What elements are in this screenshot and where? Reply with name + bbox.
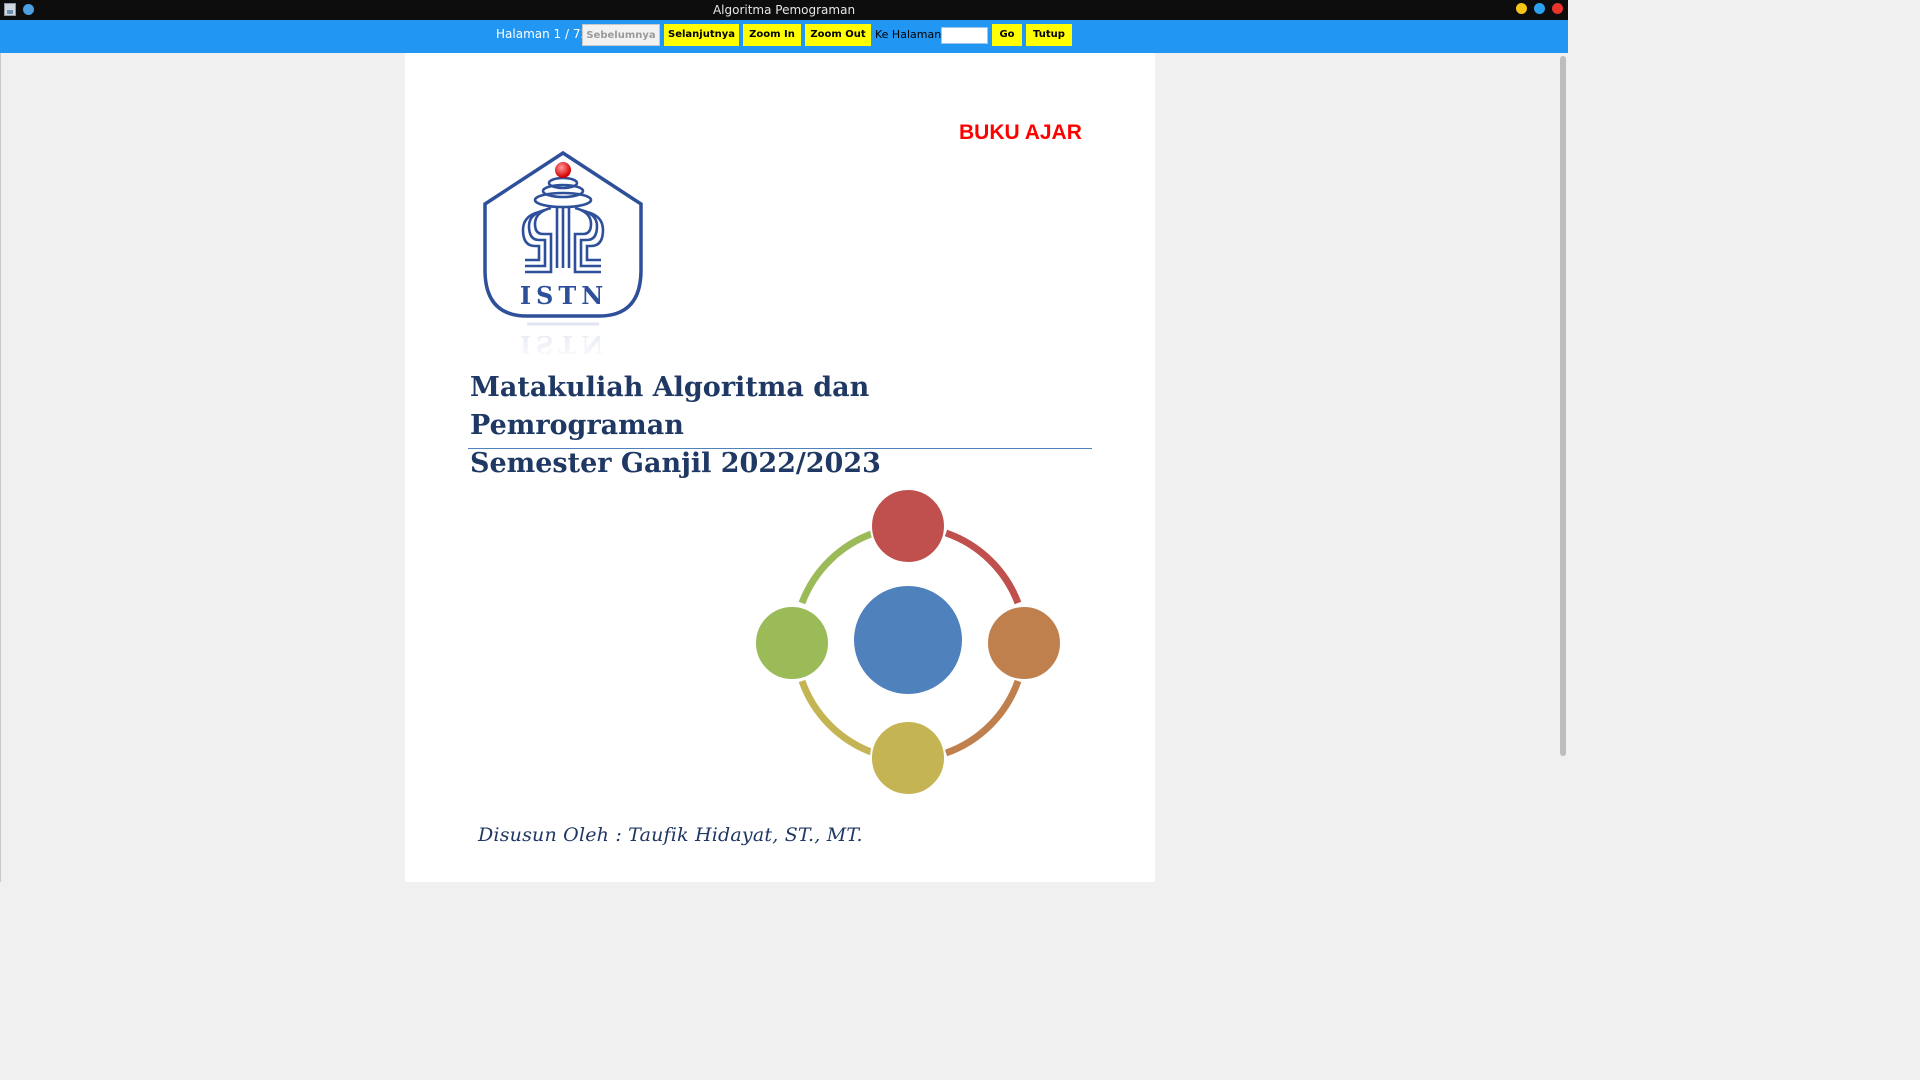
go-button[interactable]: Go — [992, 24, 1022, 46]
author-line: Disusun Oleh : Taufik Hidayat, ST., MT. — [478, 824, 863, 846]
zoom-out-button[interactable]: Zoom Out — [805, 24, 871, 46]
title-line-2: Semester Ganjil 2022/2023 — [470, 448, 881, 479]
maximize-icon[interactable] — [1534, 3, 1545, 14]
zoom-in-button[interactable]: Zoom In — [743, 24, 801, 46]
minimize-icon[interactable] — [1516, 3, 1527, 14]
goto-page-input[interactable] — [941, 27, 988, 44]
goto-page-label: Ke Halaman: — [875, 28, 945, 41]
cycle-node-top — [870, 488, 946, 564]
close-viewer-button[interactable]: Tutup — [1026, 24, 1072, 46]
istn-logo: ISTN ISTN — [481, 150, 647, 365]
window-title-bar: Algoritma Pemograman — [0, 0, 1568, 20]
title-line-1: Matakuliah Algoritma dan Pemrograman — [470, 372, 870, 441]
cycle-node-center — [854, 586, 962, 694]
logo-text: ISTN — [520, 281, 608, 310]
page-indicator: Halaman 1 / 73 — [496, 27, 589, 41]
viewer-toolbar: Halaman 1 / 73 Sebelumnya Selanjutnya Zo… — [0, 20, 1568, 53]
cycle-node-left — [754, 605, 830, 681]
close-icon[interactable] — [1552, 3, 1563, 14]
cycle-node-bottom — [870, 720, 946, 796]
cycle-diagram — [754, 488, 1062, 796]
vertical-scrollbar[interactable] — [1560, 56, 1566, 756]
window-title: Algoritma Pemograman — [712, 3, 856, 17]
document-title: Matakuliah Algoritma dan Pemrograman Sem… — [470, 369, 1090, 483]
document-page: BUKU AJAR ISTN Matakuliah Algoritma dan … — [405, 53, 1155, 882]
header-label: BUKU AJAR — [959, 121, 1082, 144]
cycle-node-right — [986, 605, 1062, 681]
title-divider — [468, 448, 1092, 449]
previous-page-button[interactable]: Sebelumnya — [582, 24, 660, 46]
next-page-button[interactable]: Selanjutnya — [664, 24, 739, 46]
